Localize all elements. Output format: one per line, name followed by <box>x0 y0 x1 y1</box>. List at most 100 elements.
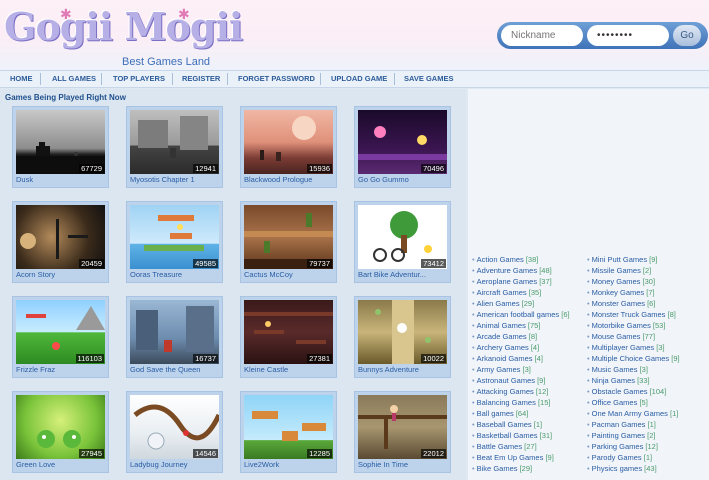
category-link[interactable]: • Monkey Games [7] <box>587 288 655 297</box>
game-title[interactable]: Bunnys Adventure <box>358 365 450 374</box>
password-field[interactable] <box>587 25 669 46</box>
game-title[interactable]: Kleine Castle <box>244 365 336 374</box>
category-link[interactable]: • Multiplayer Games [3] <box>587 343 665 352</box>
category-link[interactable]: • Ball games [64] <box>472 409 528 418</box>
category-link[interactable]: • Balancing Games [15] <box>472 398 550 407</box>
category-link[interactable]: • Monster Truck Games [8] <box>587 310 676 319</box>
game-thumbnail[interactable]: 12285 <box>244 395 333 459</box>
game-thumbnail[interactable]: 27381 <box>244 300 333 364</box>
game-title[interactable]: Myosotis Chapter 1 <box>130 175 222 184</box>
game-title[interactable]: Acorn Story <box>16 270 108 279</box>
game-thumbnail[interactable]: 15936 <box>244 110 333 174</box>
game-thumbnail[interactable]: 22012 <box>358 395 447 459</box>
category-link[interactable]: • Astronaut Games [9] <box>472 376 545 385</box>
category-link[interactable]: • Painting Games [2] <box>587 431 655 440</box>
game-thumbnail[interactable]: 27945 <box>16 395 105 459</box>
nav-forget-password[interactable]: FORGET PASSWORD <box>238 74 315 83</box>
game-thumbnail[interactable]: 67729 <box>16 110 105 174</box>
game-title[interactable]: Ladybug Journey <box>130 460 222 469</box>
category-link[interactable]: • Monster Games [6] <box>587 299 655 308</box>
category-link[interactable]: • Battle Games [27] <box>472 442 537 451</box>
category-link[interactable]: • Animal Games [75] <box>472 321 540 330</box>
game-thumbnail[interactable]: 16737 <box>130 300 219 364</box>
play-count: 15936 <box>307 164 332 173</box>
category-link[interactable]: • Ninja Games [33] <box>587 376 650 385</box>
game-title[interactable]: Go Go Gummo <box>358 175 450 184</box>
category-link[interactable]: • Missile Games [2] <box>587 266 651 275</box>
game-card[interactable]: 16737 God Save the Queen <box>126 296 223 378</box>
game-thumbnail[interactable]: 116103 <box>16 300 105 364</box>
game-card[interactable]: 14546 Ladybug Journey <box>126 391 223 473</box>
category-link[interactable]: • Arcade Games [8] <box>472 332 537 341</box>
game-card[interactable]: 73412 Bart Bike Adventur... <box>354 201 451 283</box>
game-title[interactable]: Dusk <box>16 175 108 184</box>
game-card[interactable]: 79737 Cactus McCoy <box>240 201 337 283</box>
category-link[interactable]: • Archery Games [4] <box>472 343 539 352</box>
game-title[interactable]: Ooras Treasure <box>130 270 222 279</box>
game-thumbnail[interactable]: 49585 <box>130 205 219 269</box>
game-title[interactable]: God Save the Queen <box>130 365 222 374</box>
game-card[interactable]: 22012 Sophie In Time <box>354 391 451 473</box>
game-card[interactable]: 116103 Frizzle Fraz <box>12 296 109 378</box>
game-thumbnail[interactable]: 10022 <box>358 300 447 364</box>
game-card[interactable]: 15936 Blackwood Prologue <box>240 106 337 188</box>
category-link[interactable]: • Obstacle Games [104] <box>587 387 666 396</box>
category-link[interactable]: • Bike Games [29] <box>472 464 532 473</box>
game-title[interactable]: Blackwood Prologue <box>244 175 336 184</box>
game-title[interactable]: Frizzle Fraz <box>16 365 108 374</box>
nav-upload-game[interactable]: UPLOAD GAME <box>331 74 387 83</box>
category-link[interactable]: • Multiple Choice Games [9] <box>587 354 680 363</box>
nickname-field[interactable] <box>501 25 583 46</box>
game-thumbnail[interactable]: 12941 <box>130 110 219 174</box>
game-thumbnail[interactable]: 14546 <box>130 395 219 459</box>
game-thumbnail[interactable]: 70496 <box>358 110 447 174</box>
game-thumbnail[interactable]: 79737 <box>244 205 333 269</box>
go-button[interactable]: Go <box>673 25 701 46</box>
game-title[interactable]: Bart Bike Adventur... <box>358 270 450 279</box>
game-card[interactable]: 49585 Ooras Treasure <box>126 201 223 283</box>
nav-all-games[interactable]: ALL GAMES <box>52 74 96 83</box>
game-card[interactable]: 70496 Go Go Gummo <box>354 106 451 188</box>
game-title[interactable]: Live2Work <box>244 460 336 469</box>
category-link[interactable]: • Basketball Games [31] <box>472 431 552 440</box>
game-thumbnail[interactable]: 20459 <box>16 205 105 269</box>
category-link[interactable]: • Physics games [43] <box>587 464 657 473</box>
category-link[interactable]: • Alien Games [29] <box>472 299 534 308</box>
category-link[interactable]: • Music Games [3] <box>587 365 648 374</box>
game-title[interactable]: Cactus McCoy <box>244 270 336 279</box>
category-link[interactable]: • Pacman Games [1] <box>587 420 656 429</box>
game-card[interactable]: 12285 Live2Work <box>240 391 337 473</box>
category-link[interactable]: • One Man Army Games [1] <box>587 409 678 418</box>
game-card[interactable]: 27381 Kleine Castle <box>240 296 337 378</box>
category-link[interactable]: • Beat Em Up Games [9] <box>472 453 554 462</box>
category-link[interactable]: • Action Games [38] <box>472 255 538 264</box>
game-card[interactable]: 20459 Acorn Story <box>12 201 109 283</box>
nav-register[interactable]: REGISTER <box>182 74 220 83</box>
game-title[interactable]: Sophie In Time <box>358 460 450 469</box>
game-card[interactable]: 67729 Dusk <box>12 106 109 188</box>
nav-top-players[interactable]: TOP PLAYERS <box>113 74 165 83</box>
category-link[interactable]: • Parody Games [1] <box>587 453 652 462</box>
category-link[interactable]: • Aeroplane Games [37] <box>472 277 552 286</box>
category-link[interactable]: • Motorbike Games [53] <box>587 321 665 330</box>
category-link[interactable]: • Mouse Games [77] <box>587 332 655 341</box>
category-link[interactable]: • Parking Games [12] <box>587 442 658 451</box>
nav-home[interactable]: HOME <box>10 74 33 83</box>
category-link[interactable]: • Adventure Games [48] <box>472 266 552 275</box>
category-link[interactable]: • Attacking Games [12] <box>472 387 548 396</box>
category-link[interactable]: • Mini Putt Games [9] <box>587 255 658 264</box>
category-link[interactable]: • American football games [6] <box>472 310 570 319</box>
category-link[interactable]: • Office Games [5] <box>587 398 648 407</box>
category-link[interactable]: • Baseball Games [1] <box>472 420 542 429</box>
category-link[interactable]: • Aircraft Games [35] <box>472 288 541 297</box>
game-thumbnail[interactable]: 73412 <box>358 205 447 269</box>
game-card[interactable]: 10022 Bunnys Adventure <box>354 296 451 378</box>
nav-save-games[interactable]: SAVE GAMES <box>404 74 453 83</box>
category-link[interactable]: • Money Games [30] <box>587 277 655 286</box>
category-link[interactable]: • Army Games [3] <box>472 365 531 374</box>
game-card[interactable]: 12941 Myosotis Chapter 1 <box>126 106 223 188</box>
category-link[interactable]: • Arkanoid Games [4] <box>472 354 543 363</box>
game-title[interactable]: Green Love <box>16 460 108 469</box>
site-logo[interactable]: Gogii Mogii <box>4 4 243 49</box>
game-card[interactable]: 27945 Green Love <box>12 391 109 473</box>
